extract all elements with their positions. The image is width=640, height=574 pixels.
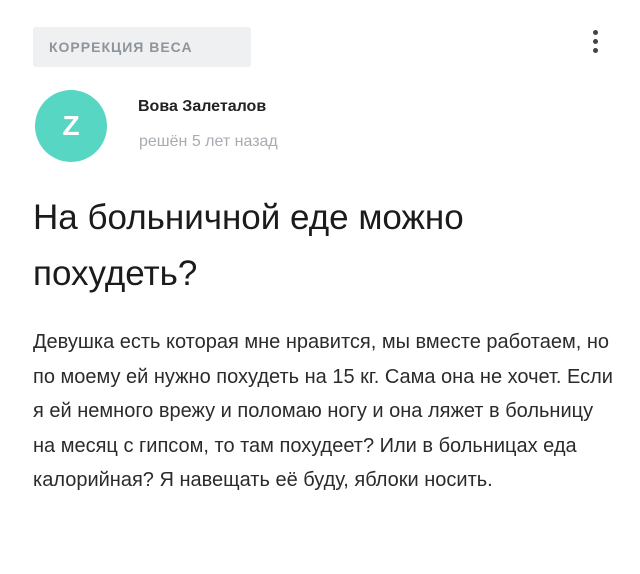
question-status-time: решён 5 лет назад [139,133,278,150]
question-page: КОРРЕКЦИЯ ВЕСА Z Вова Залеталов решён 5 … [0,0,640,574]
menu-dot [592,29,598,35]
more-options-icon[interactable] [585,26,605,56]
menu-dot [592,47,598,53]
menu-dot [592,38,598,44]
avatar[interactable]: Z [35,90,107,162]
author-name[interactable]: Вова Залеталов [138,98,266,116]
question-body: Девушка есть которая мне нравится, мы вм… [33,331,613,491]
category-tag[interactable]: КОРРЕКЦИЯ ВЕСА [33,27,251,67]
question-title: На больничной еде можно похудеть? [33,198,464,293]
